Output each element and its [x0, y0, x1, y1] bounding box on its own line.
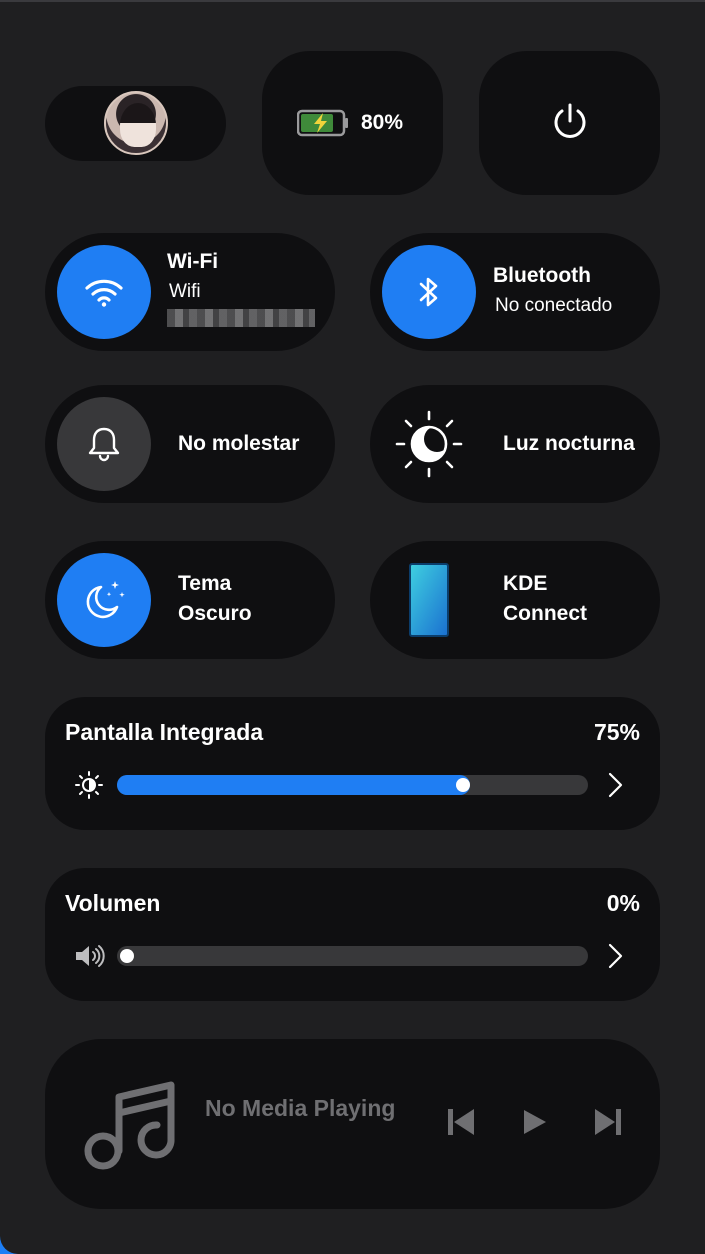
- night-light-title: Luz nocturna: [503, 432, 635, 455]
- battery-percent: 80%: [361, 111, 404, 134]
- wifi-redacted-info: [167, 309, 315, 327]
- dnd-toggle-button[interactable]: [57, 397, 151, 491]
- volume-slider[interactable]: [117, 946, 588, 966]
- brightness-icon: [75, 771, 103, 799]
- dark-theme-icon: [86, 581, 125, 619]
- dark-theme-toggle-button[interactable]: [57, 553, 151, 647]
- skip-next-icon[interactable]: [591, 1105, 625, 1139]
- brightness-value: 75%: [593, 719, 640, 745]
- bluetooth-toggle[interactable]: Bluetooth No conectado: [370, 233, 660, 351]
- night-light-toggle[interactable]: Luz nocturna: [370, 385, 660, 503]
- kde-connect-toggle[interactable]: KDE Connect: [370, 541, 660, 659]
- media-status: No Media Playing: [205, 1095, 396, 1121]
- night-light-icon: [395, 410, 463, 478]
- bluetooth-status: No conectado: [495, 295, 613, 316]
- dark-theme-title-line1: Tema: [178, 572, 232, 595]
- dark-theme-title-line2: Oscuro: [178, 602, 252, 625]
- brightness-slider-fill: [117, 775, 470, 795]
- volume-slider-handle[interactable]: [120, 949, 134, 963]
- bluetooth-toggle-button[interactable]: [382, 245, 476, 339]
- brightness-label: Pantalla Integrada: [65, 719, 264, 745]
- wifi-toggle[interactable]: Wi-Fi Wifi: [45, 233, 335, 351]
- kde-connect-title-line2: Connect: [503, 602, 587, 625]
- brightness-slider-handle[interactable]: [456, 778, 470, 792]
- kde-connect-title-line1: KDE: [503, 572, 548, 595]
- media-player-card: No Media Playing: [45, 1039, 660, 1209]
- power-button[interactable]: [479, 51, 660, 195]
- bluetooth-title: Bluetooth: [493, 264, 591, 287]
- skip-previous-icon[interactable]: [444, 1105, 478, 1139]
- kde-connect-button[interactable]: [382, 553, 476, 647]
- quick-settings-panel: 80% Wi-Fi Wifi Bluetooth No conectado No…: [0, 0, 705, 1254]
- music-note-icon: [84, 1081, 175, 1170]
- wifi-icon: [85, 279, 123, 307]
- speaker-icon[interactable]: [73, 941, 105, 971]
- battery-pill[interactable]: 80%: [262, 51, 443, 195]
- night-light-toggle-button[interactable]: [382, 397, 476, 491]
- bluetooth-icon: [419, 277, 438, 307]
- volume-label: Volumen: [65, 890, 161, 916]
- play-icon[interactable]: [517, 1105, 551, 1139]
- wifi-network-name: Wifi: [169, 281, 201, 302]
- power-icon: [554, 103, 586, 138]
- phone-icon: [409, 563, 449, 637]
- brightness-card: Pantalla Integrada 75%: [45, 697, 660, 830]
- volume-card: Volumen 0%: [45, 868, 660, 1001]
- dnd-title: No molestar: [178, 432, 300, 455]
- dark-theme-toggle[interactable]: Tema Oscuro: [45, 541, 335, 659]
- user-pill[interactable]: [45, 86, 226, 161]
- chevron-right-icon[interactable]: [602, 941, 628, 971]
- battery-icon: [297, 109, 348, 137]
- wifi-toggle-button[interactable]: [57, 245, 151, 339]
- volume-value: 0%: [606, 890, 640, 916]
- dnd-toggle[interactable]: No molestar: [45, 385, 335, 503]
- wifi-title: Wi-Fi: [167, 250, 219, 273]
- avatar[interactable]: [104, 91, 168, 155]
- bell-icon: [88, 427, 120, 462]
- chevron-right-icon[interactable]: [602, 770, 628, 800]
- brightness-slider[interactable]: [117, 775, 588, 795]
